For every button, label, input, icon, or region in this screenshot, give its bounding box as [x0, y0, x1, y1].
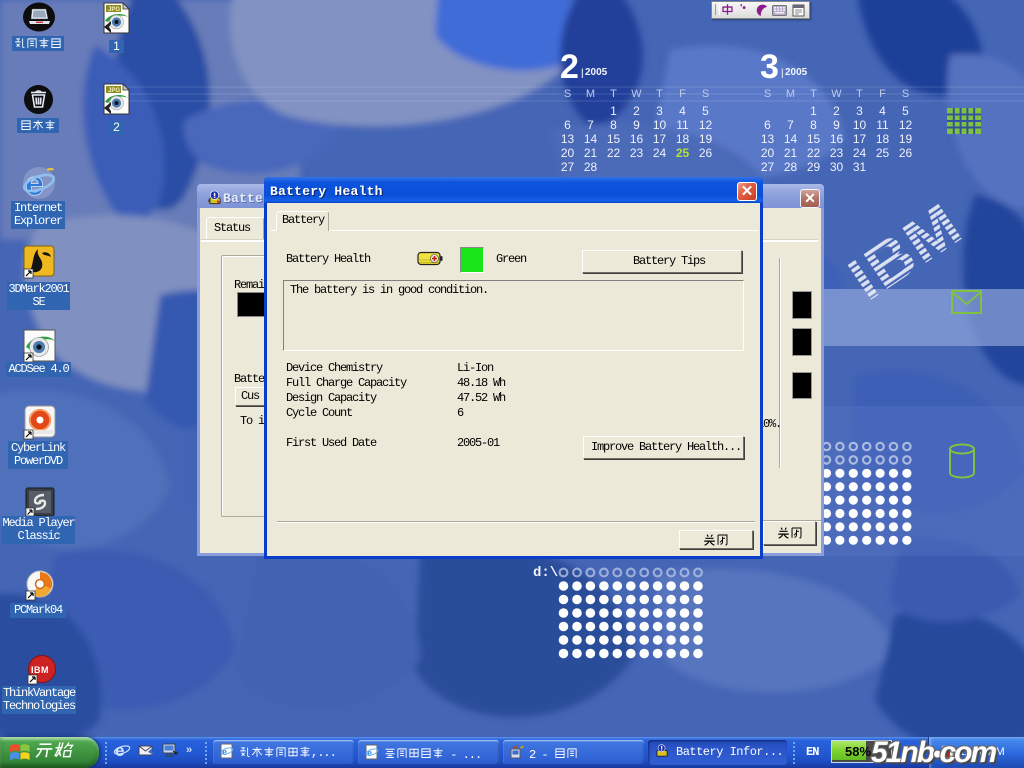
svg-text:d:\: d:\ — [533, 565, 558, 581]
svg-text:e: e — [222, 746, 227, 758]
svg-text:JPG: JPG — [108, 7, 120, 13]
svg-text:JPG: JPG — [108, 88, 120, 94]
svg-text:IBM: IBM — [31, 665, 49, 675]
svg-text:e: e — [367, 747, 372, 759]
